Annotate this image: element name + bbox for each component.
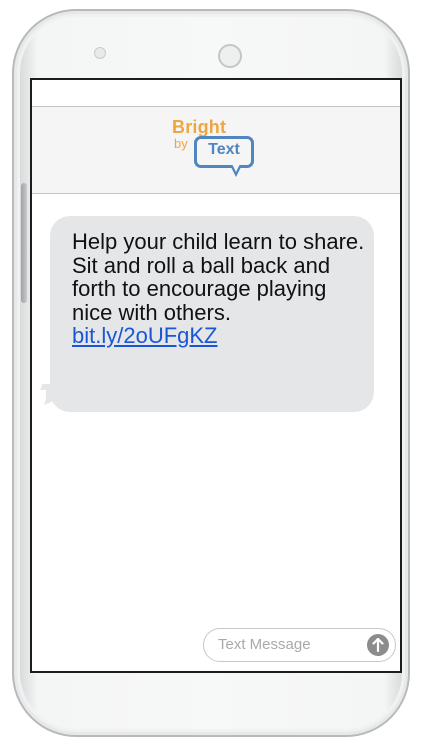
front-camera [218,44,242,68]
logo-text-word: Text [208,141,240,158]
composer-bar: Text Message [32,625,400,671]
arrow-up-icon [372,638,384,652]
message-link[interactable]: bit.ly/2oUFgKZ [72,324,372,348]
bright-by-text-logo: Bright by Text [170,117,266,187]
text-message-input[interactable]: Text Message [203,628,396,662]
message-thread: Help your child learn to share. Sit and … [32,194,400,624]
side-button [21,183,27,303]
message-content: Help your child learn to share. Sit and … [72,230,372,348]
conversation-header: Bright by Text [32,107,400,194]
incoming-message-bubble: Help your child learn to share. Sit and … [50,216,374,412]
phone-screen: Bright by Text Help your child learn to … [30,78,402,673]
logo-by-text: by [174,136,188,151]
logo-bright-text: Bright [172,117,227,137]
input-placeholder: Text Message [218,636,311,653]
status-bar [32,80,400,107]
proximity-sensor [94,47,106,59]
message-body: Help your child learn to share. Sit and … [72,229,365,325]
send-button[interactable] [367,634,389,656]
